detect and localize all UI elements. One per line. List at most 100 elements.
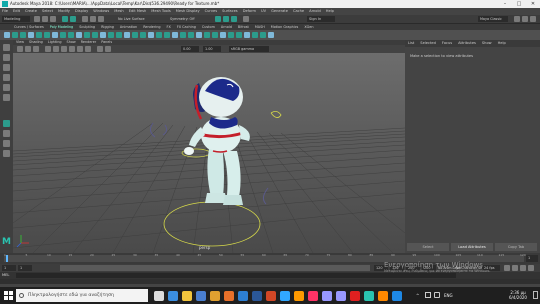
shelf-tool-icon[interactable] [212, 32, 218, 38]
menu-create[interactable]: Create [25, 9, 37, 13]
copy-tab-button[interactable]: Copy Tab [495, 243, 537, 251]
panel-tab-attributes[interactable]: Attributes [458, 41, 476, 45]
four-view-icon[interactable] [3, 130, 10, 137]
shelf-tool-icon[interactable] [148, 32, 154, 38]
root-control-ring[interactable] [163, 201, 261, 247]
render-icon[interactable] [215, 16, 221, 22]
shelf-tool-icon[interactable] [4, 32, 10, 38]
tray-chevron-icon[interactable]: ^ [416, 293, 419, 298]
maximize-button[interactable]: □ [512, 0, 526, 8]
menu-surfaces[interactable]: Surfaces [222, 9, 238, 13]
panel-tab-focus[interactable]: Focus [442, 41, 452, 45]
shelf-tab-arnold[interactable]: Arnold [221, 25, 232, 29]
viewport-menu-view[interactable]: View [16, 40, 24, 44]
xray-icon[interactable] [97, 46, 103, 52]
menu-set-dropdown[interactable]: Modeling [2, 16, 30, 22]
shelf-tool-icon[interactable] [68, 32, 74, 38]
symmetry-label[interactable]: Symmetry: Off [170, 17, 195, 21]
shadows-icon[interactable] [85, 46, 91, 52]
scale-tool-icon[interactable] [3, 94, 10, 101]
shelf-tool-icon[interactable] [196, 32, 202, 38]
snap-grid-icon[interactable] [82, 16, 88, 22]
outliner-layout-icon[interactable] [3, 140, 10, 147]
panel-tab-list[interactable]: List [408, 41, 414, 45]
isolate-icon[interactable] [105, 46, 111, 52]
shelf-tool-icon[interactable] [188, 32, 194, 38]
menu-uv[interactable]: UV [261, 9, 266, 13]
explorer-icon[interactable] [182, 291, 192, 301]
mel-label[interactable]: MEL [2, 273, 9, 277]
menu-mesh-tools[interactable]: Mesh Tools [151, 9, 170, 13]
aftereffects-icon[interactable] [336, 291, 346, 301]
lights-icon[interactable] [77, 46, 83, 52]
shelf-tool-icon[interactable] [52, 32, 58, 38]
clock[interactable]: 2:36 μμ 6/4/2020 [506, 290, 530, 300]
camera-select-icon[interactable] [17, 46, 23, 52]
photoshop-icon[interactable] [280, 291, 290, 301]
workspace-dropdown[interactable]: Maya Classic [478, 16, 508, 22]
vlc-icon[interactable] [378, 291, 388, 301]
menu-mesh-display[interactable]: Mesh Display [176, 9, 200, 13]
shelf-tool-icon[interactable] [60, 32, 66, 38]
bookmark-icon[interactable] [33, 46, 39, 52]
word-icon[interactable] [252, 291, 262, 301]
shelf-tool-icon[interactable] [220, 32, 226, 38]
shelf-tool-icon[interactable] [244, 32, 250, 38]
shelf-tool-icon[interactable] [20, 32, 26, 38]
shelf-tab-fx[interactable]: FX [167, 25, 171, 29]
sign-in-button[interactable]: Sign In [307, 16, 335, 22]
smooth-shade-icon[interactable] [61, 46, 67, 52]
store-icon[interactable] [196, 291, 206, 301]
premiere-icon[interactable] [322, 291, 332, 301]
mail-icon[interactable] [238, 291, 248, 301]
notifications-icon[interactable] [533, 291, 538, 299]
menu-file[interactable]: File [2, 9, 8, 13]
playback-start-field[interactable]: 1 [18, 265, 32, 271]
current-time-marker[interactable] [6, 255, 8, 262]
render-settings-icon[interactable] [231, 16, 237, 22]
powerpoint-icon[interactable] [266, 291, 276, 301]
menu-cache[interactable]: Cache [293, 9, 304, 13]
viewport-menu-renderer[interactable]: Renderer [81, 40, 96, 44]
panel-tab-selected[interactable]: Selected [420, 41, 436, 45]
shelf-tab-motion-graphics[interactable]: Motion Graphics [271, 25, 299, 29]
astronaut-model[interactable] [184, 77, 250, 205]
modeling-toolkit-icon[interactable] [514, 16, 520, 22]
select-tool-icon[interactable] [3, 44, 10, 51]
shelf-tool-icon[interactable] [164, 32, 170, 38]
viewport-menu-panels[interactable]: Panels [101, 40, 112, 44]
shelf-tool-icon[interactable] [260, 32, 266, 38]
shelf-tool-icon[interactable] [36, 32, 42, 38]
lasso-tool-icon[interactable] [3, 54, 10, 61]
menu-help[interactable]: Help [326, 9, 334, 13]
minimize-button[interactable]: – [498, 0, 512, 8]
shelf-tool-icon[interactable] [156, 32, 162, 38]
open-scene-icon[interactable] [42, 16, 48, 22]
task-view-icon[interactable] [154, 291, 164, 301]
menu-deform[interactable]: Deform [243, 9, 256, 13]
shelf-tool-icon[interactable] [92, 32, 98, 38]
menu-arnold[interactable]: Arnold [309, 9, 321, 13]
channel-box-toggle-icon[interactable] [530, 16, 536, 22]
shelf-tool-icon[interactable] [140, 32, 146, 38]
save-scene-icon[interactable] [50, 16, 56, 22]
shelf-tool-icon[interactable] [172, 32, 178, 38]
range-bar[interactable] [60, 265, 370, 271]
menu-select[interactable]: Select [42, 9, 53, 13]
snap-point-icon[interactable] [98, 16, 104, 22]
shelf-tab-xgen[interactable]: XGen [304, 25, 313, 29]
exposure-field[interactable]: 1.00 [203, 46, 221, 52]
shelf-tab-poly-modeling[interactable]: Poly Modeling [50, 25, 73, 29]
shelf-tool-icon[interactable] [204, 32, 210, 38]
shelf-tool-icon[interactable] [180, 32, 186, 38]
close-button[interactable]: ✕ [526, 0, 540, 8]
menu-mesh[interactable]: Mesh [114, 9, 123, 13]
snap-curve-icon[interactable] [90, 16, 96, 22]
shelf-tab-sculpting[interactable]: Sculpting [79, 25, 95, 29]
shelf-tab-fx-caching[interactable]: FX Caching [177, 25, 196, 29]
maya-icon[interactable] [364, 291, 374, 301]
volume-icon[interactable] [434, 292, 440, 298]
shelf-tab-bifrost[interactable]: Bifrost [238, 25, 249, 29]
shelf-tool-icon[interactable] [268, 32, 274, 38]
menu-curves[interactable]: Curves [205, 9, 217, 13]
